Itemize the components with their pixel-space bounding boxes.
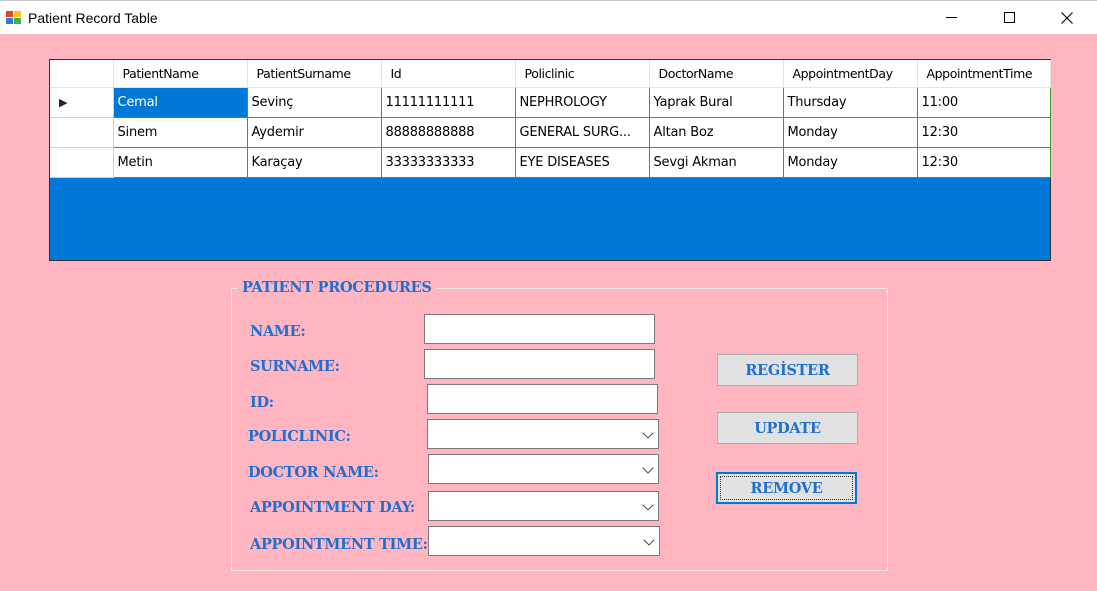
table-row[interactable]: Sinem Aydemir 88888888888 GENERAL SURG..… [50,117,1051,148]
appointment-time-select[interactable] [428,526,660,556]
id-input[interactable] [427,384,658,414]
app-icon [6,11,22,25]
register-button-label: REGİSTER [745,361,830,379]
column-header-appointment-time[interactable]: AppointmentTime [917,60,1051,88]
surname-label: SURNAME: [250,358,340,375]
remove-button[interactable]: REMOVE [716,472,857,504]
minimize-icon [945,17,957,18]
table-cell[interactable]: Metin [113,147,248,178]
policlinic-select[interactable] [427,419,659,449]
column-header-id[interactable]: Id [381,60,516,88]
table-cell[interactable]: Thursday [783,87,918,118]
name-label: NAME: [250,323,306,340]
row-header[interactable] [50,147,114,178]
chevron-down-icon [642,499,654,511]
patient-table: PatientName PatientSurname Id Policlinic… [50,60,1051,178]
table-cell[interactable]: 11111111111 [381,87,516,118]
column-header-patient-surname[interactable]: PatientSurname [247,60,382,88]
group-title: PATIENT PROCEDURES [238,279,436,296]
surname-input[interactable] [424,349,655,379]
table-cell[interactable]: 33333333333 [381,147,516,178]
table-cell[interactable]: NEPHROLOGY [515,87,650,118]
table-cell[interactable]: Yaprak Bural [649,87,784,118]
table-cell[interactable]: Monday [783,117,918,148]
table-cell[interactable]: Karaçay [247,147,382,178]
header-row: PatientName PatientSurname Id Policlinic… [50,60,1051,88]
maximize-button[interactable] [986,1,1032,34]
appointment-time-label: APPOINTMENT TIME: [250,536,428,553]
column-header-patient-name[interactable]: PatientName [113,60,248,88]
update-button-label: UPDATE [754,419,821,437]
update-button[interactable]: UPDATE [717,412,858,444]
row-header[interactable] [50,117,114,148]
doctor-name-label: DOCTOR NAME: [248,464,379,481]
maximize-icon [1003,12,1015,23]
chevron-down-icon [643,534,655,546]
title-bar: Patient Record Table [0,0,1097,34]
table-cell[interactable]: Cemal [113,87,248,118]
table-cell[interactable]: Aydemir [247,117,382,148]
table-cell[interactable]: 11:00 [917,87,1051,118]
table-row[interactable]: Metin Karaçay 33333333333 EYE DISEASES S… [50,147,1051,178]
table-row[interactable]: ▶ Cemal Sevinç 11111111111 NEPHROLOGY Ya… [50,87,1051,118]
corner-header[interactable] [50,60,114,88]
window-title: Patient Record Table [28,10,158,26]
column-header-appointment-day[interactable]: AppointmentDay [783,60,918,88]
table-cell[interactable]: 88888888888 [381,117,516,148]
remove-button-label: REMOVE [750,479,823,497]
id-label: ID: [250,394,274,411]
chevron-down-icon [642,462,654,474]
table-cell[interactable]: Monday [783,147,918,178]
row-indicator-icon[interactable]: ▶ [50,87,114,118]
column-header-doctor-name[interactable]: DoctorName [649,60,784,88]
table-cell[interactable]: Sevinç [247,87,382,118]
table-cell[interactable]: Sinem [113,117,248,148]
appointment-day-select[interactable] [428,491,659,521]
table-cell[interactable]: 12:30 [917,147,1051,178]
name-input[interactable] [424,314,655,344]
appointment-day-label: APPOINTMENT DAY: [250,499,415,516]
table-cell[interactable]: 12:30 [917,117,1051,148]
column-header-policlinic[interactable]: Policlinic [515,60,650,88]
table-cell[interactable]: EYE DISEASES [515,147,650,178]
register-button[interactable]: REGİSTER [717,354,858,386]
close-button[interactable] [1044,1,1090,34]
chevron-down-icon [642,427,654,439]
patient-data-grid[interactable]: PatientName PatientSurname Id Policlinic… [49,59,1051,261]
close-icon [1061,11,1073,24]
policlinic-label: POLICLINIC: [248,428,351,445]
table-cell[interactable]: Altan Boz [649,117,784,148]
minimize-button[interactable] [928,1,974,34]
doctor-name-select[interactable] [428,454,659,484]
table-cell[interactable]: GENERAL SURG... [515,117,650,148]
table-cell[interactable]: Sevgi Akman [649,147,784,178]
